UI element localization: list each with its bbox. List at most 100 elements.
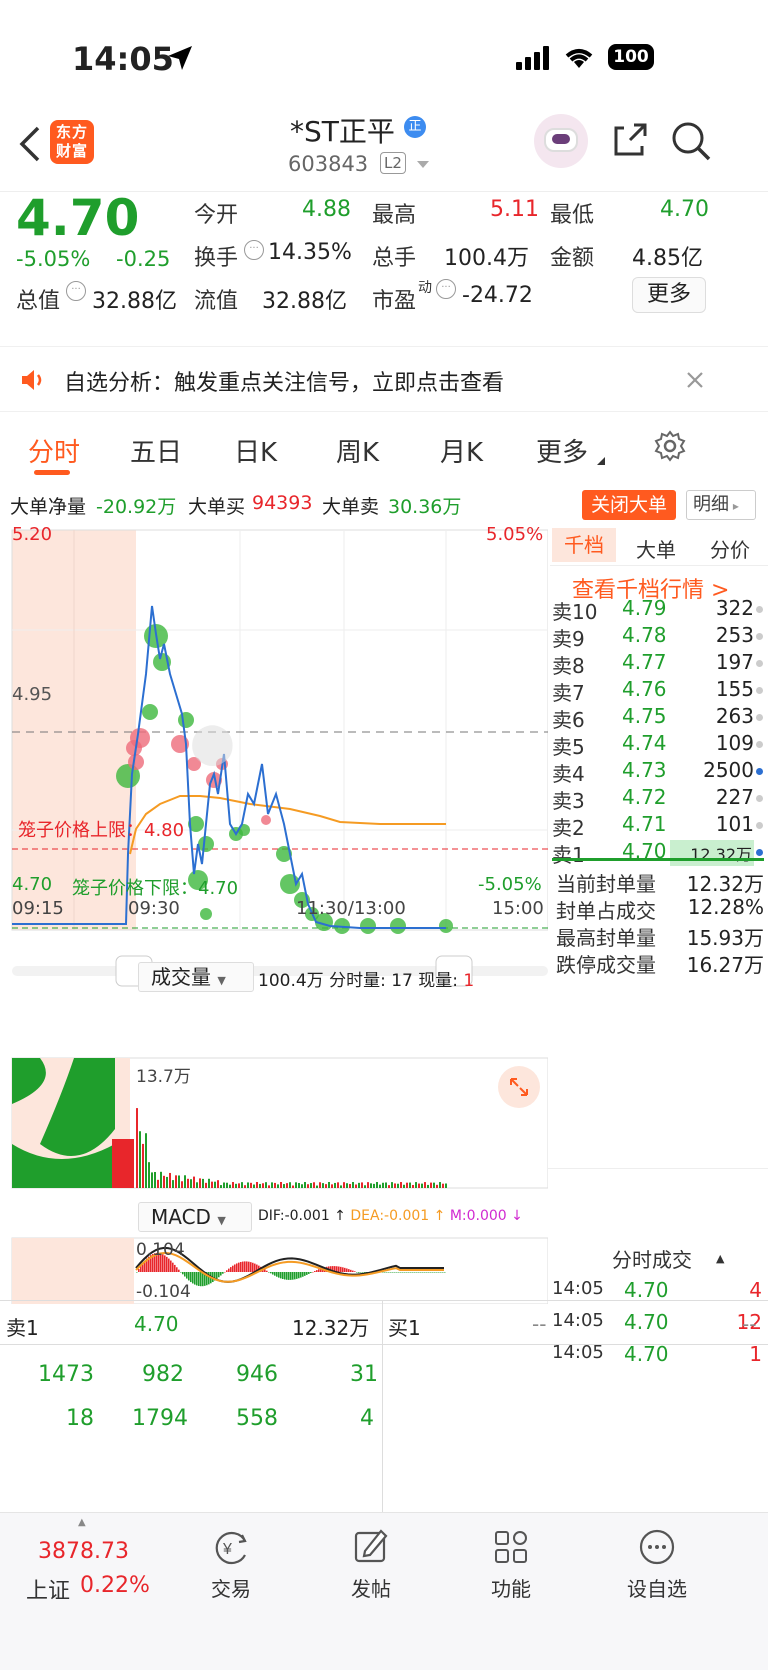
macd-bar [440,1272,442,1273]
expand-icon[interactable] [498,1066,540,1108]
volume-bar [379,1184,381,1188]
settings-gear-icon[interactable] [654,430,686,462]
volume-bar [427,1184,429,1188]
post-tab[interactable]: 发帖 [336,1527,406,1607]
macd-bar [280,1272,282,1279]
volume-bar [175,1175,177,1188]
macd-bar [276,1272,278,1277]
volume-bar [400,1182,402,1188]
bottom-buy1-vol: -- [742,1312,757,1336]
big-order-dot [439,919,453,933]
detail-button[interactable]: 明细 ▸ [686,490,756,520]
macd-bar [190,1272,192,1283]
dropdown-icon[interactable] [416,160,430,170]
ask-row[interactable]: 卖8 4.77 197 [550,650,768,679]
macd-bar [414,1272,416,1273]
tab-weekly[interactable]: 周K [336,432,379,469]
macd-bar [234,1264,236,1272]
ask-label: 卖2 [552,816,585,840]
macd-bar [218,1272,220,1278]
more-button[interactable]: 更多 [632,277,706,313]
tab-price[interactable]: 分价 [710,534,750,563]
tab-daily[interactable]: 日K [234,432,277,469]
ask-row[interactable]: 卖1 4.70 12.32万 [550,839,768,868]
tab-5day[interactable]: 五日 [130,432,182,469]
macd-indicator-select[interactable]: MACD ▼ [138,1202,252,1232]
intraday-chart[interactable]: ⬤ 5.20 5.05% 4.95 笼子价格上限：4.80 4.70 笼子价格下… [0,524,548,1304]
tab-thousand[interactable]: 千档 [552,528,616,562]
axis-bottom-price: 4.70 [12,874,53,895]
ask-dot [756,822,763,829]
volume-bar [253,1184,255,1188]
level-badge[interactable]: L2 [380,152,406,174]
macd-bar [240,1261,242,1272]
big-net-value: -20.92万 [96,496,177,518]
volume-bar [202,1178,204,1188]
ask-row[interactable]: 卖10 4.79 322 [550,596,768,625]
ask-row[interactable]: 卖6 4.75 263 [550,704,768,733]
macd-top-label: 0.104 [136,1240,185,1260]
ask-dot [756,795,763,802]
volume-bar [310,1183,312,1188]
logo[interactable]: 东方财富 [50,120,94,164]
macd-bar [348,1269,350,1272]
more-circle-icon [639,1529,675,1565]
tab-more[interactable]: 更多 [536,432,588,469]
big-order-dot [200,908,212,920]
macd-bar [410,1272,412,1273]
ask-row[interactable]: 卖4 4.73 2500 [550,758,768,787]
tab-big[interactable]: 大单 [636,534,676,563]
signal-banner[interactable]: 自选分析：触发重点关注信号，立即点击查看 [0,346,768,412]
quote-panel: 4.70 -5.05% -0.25 今开 4.88 最高 5.11 最低 4.7… [0,189,768,345]
tab-intraday[interactable]: 分时 [28,432,80,469]
share-icon[interactable] [610,120,650,160]
macd-bar [338,1266,340,1272]
back-icon[interactable] [16,124,42,164]
macd-bar [312,1271,314,1273]
volume-bar [307,1184,309,1188]
info-icon[interactable]: ··· [66,281,86,301]
ask-row[interactable]: 卖5 4.74 109 [550,731,768,760]
macd-bar [216,1272,218,1279]
add-watchlist-tab[interactable]: 设自选 [612,1527,702,1607]
close-big-order-button[interactable]: 关闭大单 [582,490,676,520]
index-ticker[interactable]: ▲ 3878.73 上证 0.22% [0,1513,166,1613]
volume-bar [283,1184,285,1188]
macd-bar [442,1272,444,1273]
status-time: 14:05 [72,40,174,78]
tab-monthly[interactable]: 月K [440,432,483,469]
robot-avatar-icon[interactable] [534,114,588,168]
axis-bottom-pct: -5.05% [478,874,542,895]
volume-bar [178,1175,180,1188]
search-icon[interactable] [670,120,712,162]
bottom-sell1-label: 卖1 [6,1316,39,1340]
low-label: 最低 [550,203,595,228]
current-price: 4.70 [16,189,140,247]
ask-row[interactable]: 卖7 4.76 155 [550,677,768,706]
info-icon[interactable]: ··· [436,279,456,299]
volume-label: 总手 [372,246,417,271]
macd-bar [272,1272,274,1275]
ask-label: 卖3 [552,789,585,813]
ask-row[interactable]: 卖2 4.71 101 [550,812,768,841]
now-vol-label: 现量: [418,971,458,991]
ask-label: 卖1 [552,843,585,867]
ticks-title[interactable]: 分时成交 [612,1244,692,1273]
macd-bar [208,1272,210,1285]
tab-indicator [34,470,70,475]
ask-row[interactable]: 卖3 4.72 227 [550,785,768,814]
pe-label: 市盈 [372,289,417,314]
macd-bar [310,1272,312,1273]
volume-bar [292,1185,294,1188]
macd-bar [308,1272,310,1274]
ask-row[interactable]: 卖9 4.78 253 [550,623,768,652]
function-tab[interactable]: 功能 [476,1527,546,1607]
trade-tab[interactable]: ¥ 交易 [196,1527,266,1607]
signal-icon [516,46,549,70]
ask-volume: 197 [715,650,754,674]
info-icon[interactable]: ··· [244,240,264,260]
volume-indicator-select[interactable]: 成交量 ▼ [138,962,254,992]
close-icon[interactable] [686,371,704,389]
seal-stat-label: 跌停成交量 [556,953,656,977]
volume-bar [271,1182,273,1188]
